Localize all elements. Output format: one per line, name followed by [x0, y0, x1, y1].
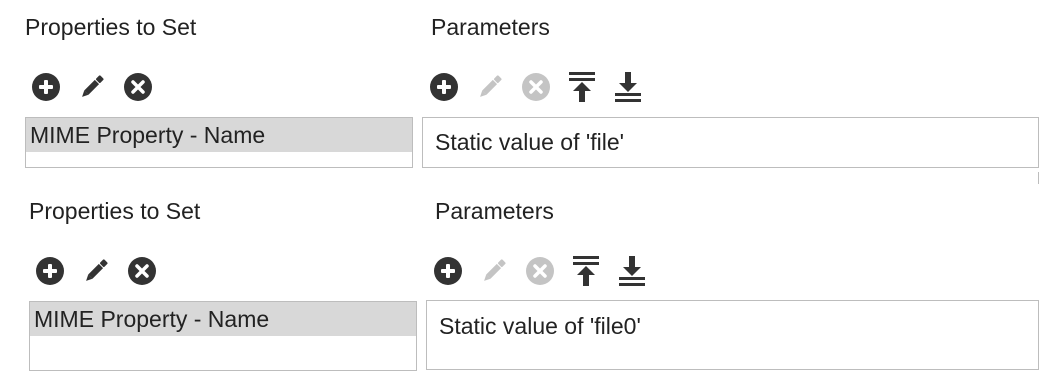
- edit-icon: [484, 259, 506, 281]
- edit-parameter-button[interactable]: [475, 72, 505, 102]
- move-to-bottom-button[interactable]: [613, 72, 643, 102]
- move-to-bottom-icon: [615, 72, 641, 102]
- edit-icon: [86, 259, 108, 281]
- properties-list: MIME Property - Name: [29, 301, 417, 371]
- remove-property-button[interactable]: [123, 72, 153, 102]
- remove-parameter-button[interactable]: [521, 72, 551, 102]
- move-to-top-icon: [569, 72, 595, 102]
- property-item[interactable]: MIME Property - Name: [26, 118, 412, 152]
- add-parameter-button[interactable]: [429, 72, 459, 102]
- properties-list: MIME Property - Name: [25, 117, 413, 168]
- property-item[interactable]: MIME Property - Name: [30, 302, 416, 336]
- add-icon: [434, 257, 462, 285]
- remove-property-button[interactable]: [127, 256, 157, 286]
- parameters-toolbar: [433, 254, 647, 288]
- add-icon: [32, 73, 60, 101]
- move-to-bottom-button[interactable]: [617, 256, 647, 286]
- add-property-button[interactable]: [31, 72, 61, 102]
- properties-heading: Properties to Set: [29, 198, 201, 224]
- edit-icon: [480, 75, 502, 97]
- panel-divider: [1038, 172, 1039, 184]
- parameter-value[interactable]: Static value of 'file': [422, 117, 1039, 168]
- properties-panel-2: Properties to Set Parameters MIME Proper…: [0, 184, 1055, 371]
- edit-property-button[interactable]: [77, 72, 107, 102]
- parameter-value[interactable]: Static value of 'file0': [426, 300, 1039, 370]
- properties-toolbar: [31, 70, 153, 104]
- add-parameter-button[interactable]: [433, 256, 463, 286]
- move-to-top-button[interactable]: [567, 72, 597, 102]
- remove-icon: [526, 257, 554, 285]
- add-icon: [430, 73, 458, 101]
- parameters-heading: Parameters: [435, 198, 554, 224]
- edit-parameter-button[interactable]: [479, 256, 509, 286]
- parameters-toolbar: [429, 70, 643, 104]
- remove-icon: [124, 73, 152, 101]
- remove-parameter-button[interactable]: [525, 256, 555, 286]
- move-to-top-icon: [573, 256, 599, 286]
- add-icon: [36, 257, 64, 285]
- properties-toolbar: [35, 254, 157, 288]
- add-property-button[interactable]: [35, 256, 65, 286]
- parameters-heading: Parameters: [431, 14, 550, 40]
- edit-property-button[interactable]: [81, 256, 111, 286]
- move-to-bottom-icon: [619, 256, 645, 286]
- properties-heading: Properties to Set: [25, 14, 197, 40]
- remove-icon: [522, 73, 550, 101]
- edit-icon: [82, 75, 104, 97]
- move-to-top-button[interactable]: [571, 256, 601, 286]
- remove-icon: [128, 257, 156, 285]
- properties-panel-1: Properties to Set Parameters MIME Proper…: [0, 0, 1055, 184]
